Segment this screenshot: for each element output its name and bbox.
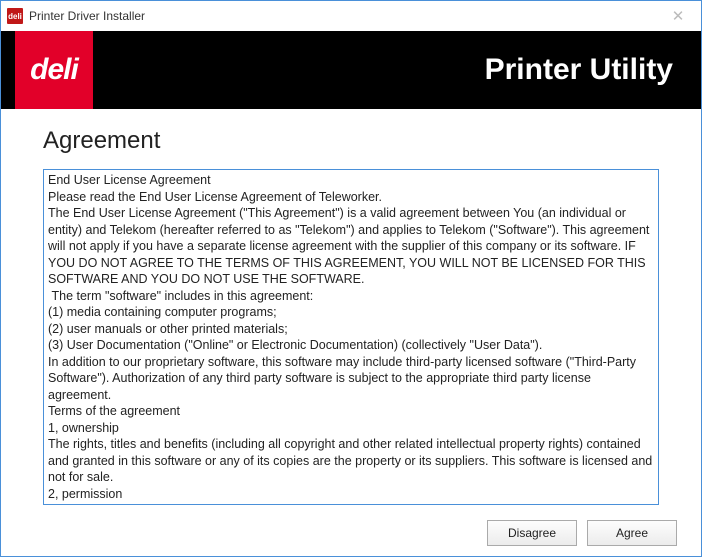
content-area: Agreement End User License Agreement Ple… xyxy=(1,109,701,515)
disagree-button[interactable]: Disagree xyxy=(487,520,577,546)
eula-textarea[interactable]: End User License Agreement Please read t… xyxy=(43,169,659,505)
close-icon[interactable]: ✕ xyxy=(655,1,701,31)
footer: Disagree Agree xyxy=(1,515,701,556)
banner-title: Printer Utility xyxy=(485,53,673,87)
banner: deli Printer Utility xyxy=(1,31,701,109)
app-icon: deli xyxy=(7,8,23,24)
titlebar: deli Printer Driver Installer ✕ xyxy=(1,1,701,31)
agree-button[interactable]: Agree xyxy=(587,520,677,546)
window-title: Printer Driver Installer xyxy=(29,9,655,23)
page-title: Agreement xyxy=(43,127,659,155)
brand-logo-text: deli xyxy=(30,53,78,87)
installer-window: deli Printer Driver Installer ✕ deli Pri… xyxy=(0,0,702,557)
brand-logo: deli xyxy=(15,31,93,109)
